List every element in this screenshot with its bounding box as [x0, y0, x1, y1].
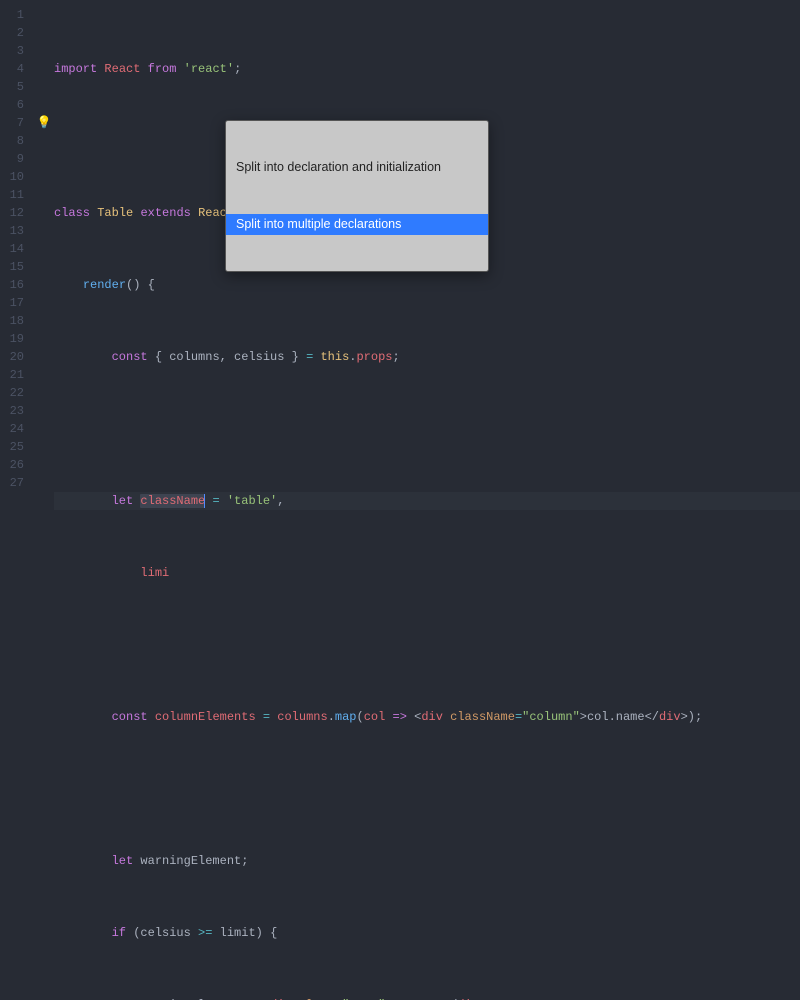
punct: () { [126, 278, 155, 292]
line-number: 11 [0, 186, 24, 204]
line-number: 27 [0, 474, 24, 492]
line-number: 4 [0, 60, 24, 78]
line-number: 6 [0, 96, 24, 114]
keyword: extends [140, 206, 190, 220]
line-number: 8 [0, 132, 24, 150]
string: 'table' [227, 494, 277, 508]
operator: = [212, 494, 219, 508]
line-number: 10 [0, 168, 24, 186]
code-area[interactable]: import React from 'react'; class Table e… [54, 0, 800, 500]
keyword: if [112, 926, 126, 940]
gutter-icon-column: 💡 [34, 0, 54, 500]
line-number: 5 [0, 78, 24, 96]
keyword: const [112, 710, 148, 724]
arrow: => [393, 710, 407, 724]
string: 'react' [184, 62, 234, 76]
operator: = [306, 350, 313, 364]
selection: className [140, 494, 205, 508]
keyword: class [54, 206, 90, 220]
operator: = [263, 710, 270, 724]
line-number: 22 [0, 384, 24, 402]
intention-split-decl-init[interactable]: Split into declaration and initializatio… [226, 157, 488, 178]
method-name: render [83, 278, 126, 292]
punct: ; [393, 350, 400, 364]
line-number: 24 [0, 420, 24, 438]
line-number: 23 [0, 402, 24, 420]
line-number: 9 [0, 150, 24, 168]
line-number: 19 [0, 330, 24, 348]
line-number: 7 [0, 114, 24, 132]
keyword: let [112, 854, 134, 868]
line-number: 20 [0, 348, 24, 366]
identifier: React [104, 62, 140, 76]
identifier: columnElements [155, 710, 256, 724]
param: col [364, 710, 386, 724]
keyword: const [112, 350, 148, 364]
line-number: 17 [0, 294, 24, 312]
line-number: 15 [0, 258, 24, 276]
line-number: 16 [0, 276, 24, 294]
text-caret [204, 494, 205, 508]
keyword: import [54, 62, 97, 76]
this: this [320, 350, 349, 364]
line-number: 26 [0, 456, 24, 474]
punct: , [277, 494, 284, 508]
line-number: 1 [0, 6, 24, 24]
line-number: 21 [0, 366, 24, 384]
line-number: 25 [0, 438, 24, 456]
method: map [335, 710, 357, 724]
property: props [356, 350, 392, 364]
destructure: { columns, celsius } [155, 350, 299, 364]
line-number: 13 [0, 222, 24, 240]
identifier: warningElement [140, 854, 241, 868]
keyword: from [148, 62, 177, 76]
intention-popup: Split into declaration and initializatio… [225, 120, 489, 272]
punct: ; [234, 62, 241, 76]
line-number: 3 [0, 42, 24, 60]
line-number: 2 [0, 24, 24, 42]
lightbulb-icon[interactable]: 💡 [37, 116, 52, 130]
indent [54, 566, 140, 580]
line-number: 14 [0, 240, 24, 258]
line-number: 12 [0, 204, 24, 222]
code-editor: 1234567891011121314151617181920212223242… [0, 0, 800, 500]
identifier: limi [140, 566, 169, 580]
class-name: Table [97, 206, 133, 220]
object: columns [277, 710, 327, 724]
intention-split-multiple[interactable]: Split into multiple declarations [226, 214, 488, 235]
keyword: let [112, 494, 134, 508]
line-number: 18 [0, 312, 24, 330]
line-number-gutter: 1234567891011121314151617181920212223242… [0, 0, 34, 500]
